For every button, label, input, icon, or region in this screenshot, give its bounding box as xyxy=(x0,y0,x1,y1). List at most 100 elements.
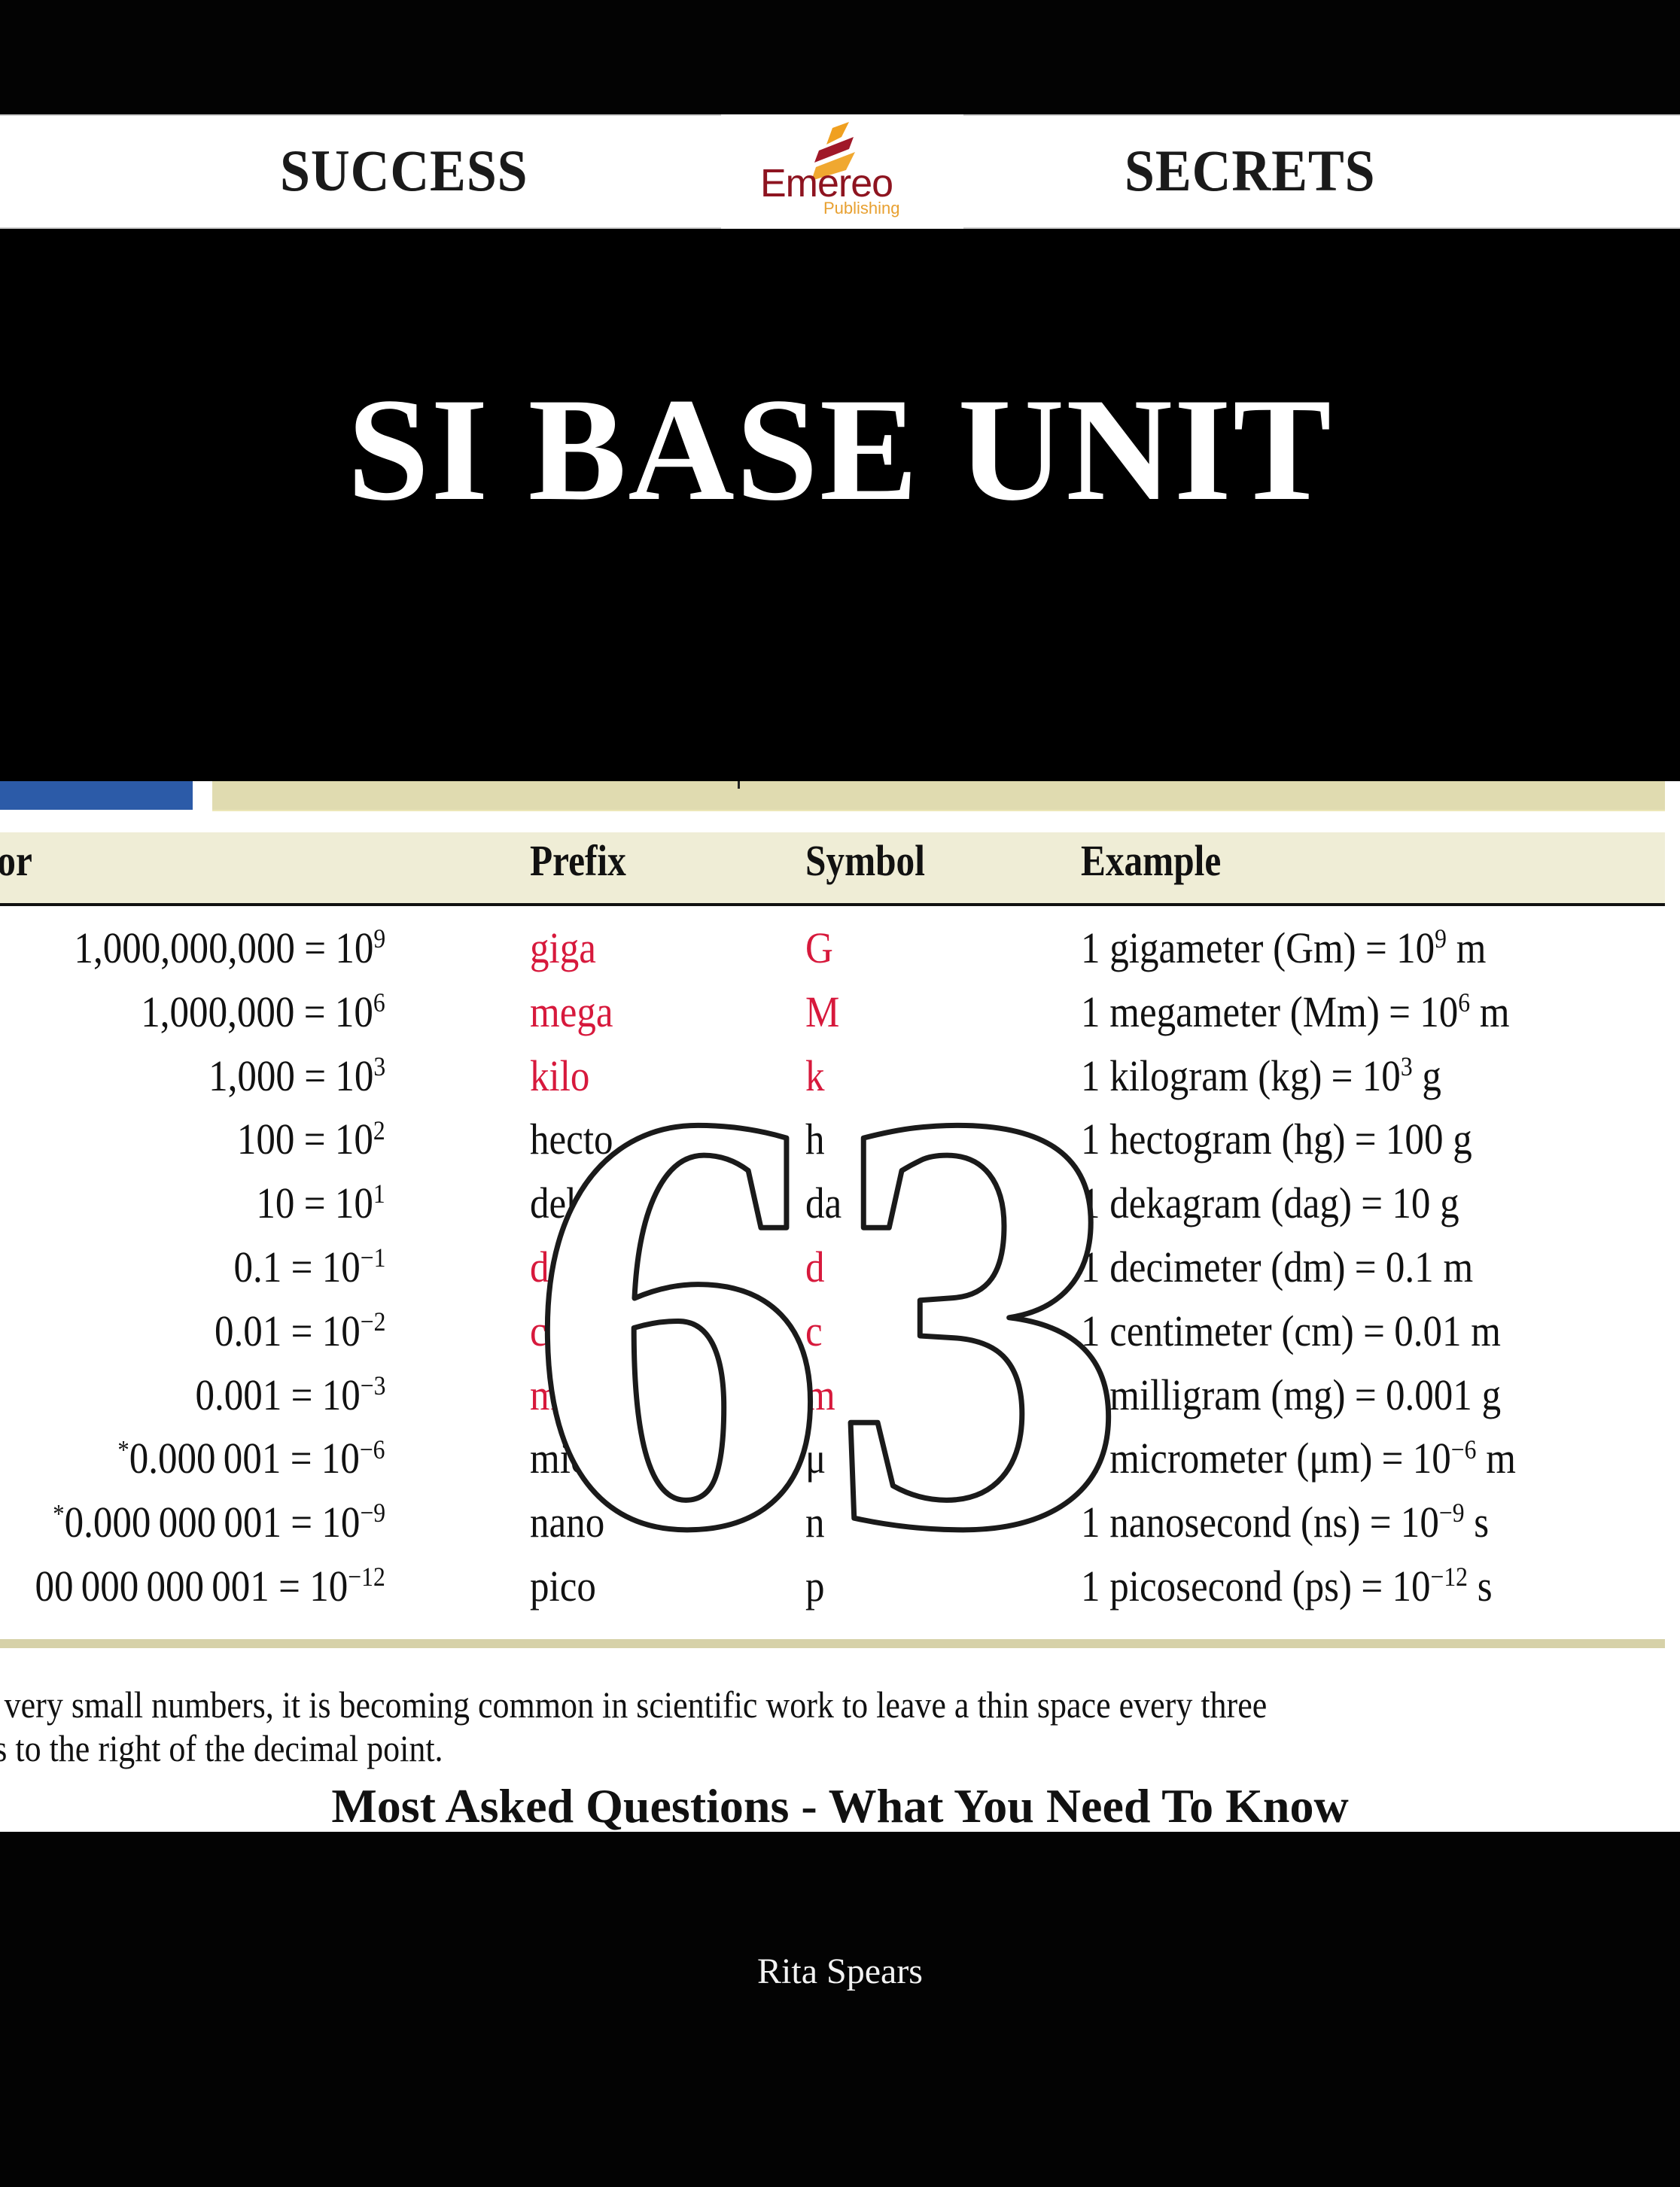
factor-value: 0.001 xyxy=(195,1370,282,1419)
example-unit-symbol: m xyxy=(1456,923,1487,972)
example-label: 1 megameter (Mm) xyxy=(1081,987,1380,1036)
power-exponent: −3 xyxy=(360,1370,385,1401)
factor-value: 100 xyxy=(237,1115,295,1164)
symbol-cell: M xyxy=(805,987,840,1036)
power-base: 10 xyxy=(321,1498,361,1547)
power-exponent: 1 xyxy=(373,1179,385,1209)
equals-sign: = xyxy=(304,1051,326,1100)
equals-sign: = xyxy=(278,1562,301,1611)
factor-value: 0.01 xyxy=(214,1306,282,1355)
question-count-outline-number: 63 xyxy=(527,1054,1129,1580)
power-base: 10 xyxy=(335,923,374,972)
power-exponent: −12 xyxy=(348,1562,385,1592)
example-value: 10 xyxy=(1392,1562,1431,1611)
equals-sign: = xyxy=(291,1498,312,1547)
equals-sign: = xyxy=(1354,1370,1377,1419)
example-exponent: 6 xyxy=(1458,987,1471,1018)
equals-sign: = xyxy=(1354,1115,1377,1164)
bottom-black-band xyxy=(0,1832,1680,2187)
example-cell: 1 gigameter (Gm) = 109 m xyxy=(1081,917,1486,985)
example-unit-symbol: m xyxy=(1479,987,1510,1036)
example-cell: 1 milligram (mg) = 0.001 g xyxy=(1081,1364,1501,1432)
factor-cell: 0.1 = 10−1 xyxy=(233,1236,385,1305)
power-exponent: 3 xyxy=(373,1051,385,1081)
power-base: 10 xyxy=(321,1243,361,1291)
factor-value: 1,000,000,000 xyxy=(74,923,295,972)
factor-value: 0.1 xyxy=(233,1243,282,1291)
example-cell: 1 kilogram (kg) = 103 g xyxy=(1081,1045,1441,1113)
example-unit xyxy=(1434,1243,1444,1291)
equals-sign: = xyxy=(1369,1498,1392,1547)
header-right-word: SECRETS xyxy=(1125,138,1376,203)
example-cell: 1 megameter (Mm) = 106 m xyxy=(1081,981,1510,1049)
example-unit xyxy=(1476,1434,1486,1483)
logo-subtitle: Publishing xyxy=(823,199,900,217)
factor-cell: 1,000,000 = 106 xyxy=(142,981,385,1050)
table-row: 1,000,000 = 106 mega M 1 megameter (Mm) = 106 m xyxy=(0,981,1680,1044)
example-unit-symbol: g xyxy=(1440,1179,1459,1228)
example-value: 0.1 xyxy=(1385,1243,1434,1291)
factor-cell: *0.000 001 = 10−6 xyxy=(118,1427,385,1496)
equals-sign: = xyxy=(291,1243,312,1291)
example-unit-symbol: m xyxy=(1443,1243,1474,1291)
example-unit xyxy=(1413,1051,1423,1100)
factor-cell: 10 = 101 xyxy=(257,1172,385,1241)
equals-sign: = xyxy=(291,1306,312,1355)
equals-sign: = xyxy=(1365,923,1387,972)
example-unit xyxy=(1468,1562,1478,1611)
equals-sign: = xyxy=(291,1434,312,1483)
example-exponent: −9 xyxy=(1438,1498,1465,1528)
footnote-line-2: ts to the right of the decimal point. xyxy=(0,1727,443,1769)
example-value: 10 xyxy=(1396,923,1435,972)
example-unit xyxy=(1465,1498,1475,1547)
table-bottom-rule xyxy=(0,1639,1665,1648)
asterisk-mark: * xyxy=(117,1435,130,1465)
example-unit xyxy=(1447,923,1456,972)
header-prefix: Prefix xyxy=(530,836,626,885)
power-base: 10 xyxy=(335,1115,374,1164)
equals-sign: = xyxy=(1361,1179,1383,1228)
power-base: 10 xyxy=(335,1051,374,1100)
equals-sign: = xyxy=(304,1115,326,1164)
power-base: 10 xyxy=(321,1434,361,1483)
footnote-line-1: r very small numbers, it is becoming com… xyxy=(0,1684,1268,1726)
example-unit xyxy=(1470,987,1480,1036)
factor-value: 0.000 000 001 xyxy=(64,1498,282,1547)
power-exponent: −2 xyxy=(360,1306,385,1337)
example-unit xyxy=(1443,1115,1453,1163)
example-unit xyxy=(1472,1370,1482,1419)
example-value: 0.001 xyxy=(1385,1370,1472,1419)
example-label: 1 gigameter (Gm) xyxy=(1081,923,1356,972)
factor-value: 10 xyxy=(256,1179,295,1228)
equals-sign: = xyxy=(1389,987,1411,1036)
example-unit-symbol: g xyxy=(1422,1051,1441,1100)
example-exponent: 3 xyxy=(1400,1051,1413,1081)
factor-value: 1,000 xyxy=(208,1051,295,1100)
header-symbol: Symbol xyxy=(805,836,925,885)
book-subtitle: Most Asked Questions - What You Need To … xyxy=(331,1779,1349,1833)
prefix-cell: giga xyxy=(530,923,596,972)
symbol-cell: G xyxy=(805,923,833,972)
power-base: 10 xyxy=(309,1562,348,1611)
factor-cell: 0.001 = 10−3 xyxy=(195,1364,385,1433)
factor-value: 00 000 000 001 xyxy=(35,1562,270,1611)
prefix-cell: mega xyxy=(530,987,613,1036)
example-cell: 1 micrometer (μm) = 10−6 m xyxy=(1081,1427,1516,1495)
equals-sign: = xyxy=(1354,1243,1377,1291)
example-cell: 1 centimeter (cm) = 0.01 m xyxy=(1081,1300,1501,1368)
example-value: 10 xyxy=(1420,987,1459,1036)
example-cell: 1 hectogram (hg) = 100 g xyxy=(1081,1108,1472,1176)
example-exponent: 9 xyxy=(1435,923,1447,954)
tan-bar-tick xyxy=(738,781,740,789)
power-base: 10 xyxy=(321,1370,361,1419)
big-number-text: 63 xyxy=(527,1054,1129,1580)
equals-sign: = xyxy=(1331,1051,1353,1100)
factor-cell: 00 000 000 001 = 10−12 xyxy=(35,1555,385,1624)
example-value: 10 xyxy=(1362,1051,1401,1100)
table-row: 1,000,000,000 = 109 giga G 1 gigameter (Gm) = 1… xyxy=(0,917,1680,980)
power-base: 10 xyxy=(335,987,374,1036)
header-example: Example xyxy=(1081,836,1222,885)
factor-value: 1,000,000 xyxy=(141,987,295,1036)
tan-title-bar xyxy=(212,781,1665,811)
example-unit-symbol: s xyxy=(1474,1498,1490,1547)
